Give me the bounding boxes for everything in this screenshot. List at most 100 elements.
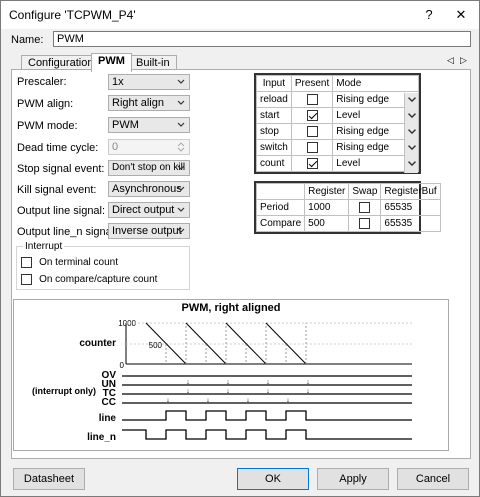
register-row-compare: Compare 500 65535 — [255, 215, 441, 232]
register-value-field[interactable]: 500 — [304, 215, 350, 232]
chevron-down-icon — [404, 157, 418, 173]
output-line-n-label: Output line_n signal: — [17, 226, 118, 238]
counter-label: counter — [79, 338, 116, 349]
register-buf-field[interactable]: 65535 — [380, 199, 441, 216]
window-title: Configure 'TCPWM_P4' — [9, 8, 136, 22]
input-row-switch: switch Rising edge — [256, 139, 419, 157]
pwm-align-label: PWM align: — [17, 98, 74, 110]
pwm-align-select[interactable]: Right align — [108, 95, 190, 111]
chevron-down-icon — [404, 109, 418, 125]
name-input[interactable]: PWM — [53, 31, 471, 47]
output-line-value: Direct output — [112, 204, 175, 216]
line-waveform — [122, 410, 412, 421]
line-n-waveform — [122, 429, 412, 440]
present-checkbox[interactable] — [306, 157, 318, 169]
y-tick-500: 500 — [149, 341, 163, 350]
input-name: switch — [256, 139, 292, 156]
chevron-down-icon — [177, 165, 185, 170]
line-signal-label: line — [99, 413, 117, 424]
present-checkbox[interactable] — [306, 109, 318, 121]
ok-button[interactable]: OK — [237, 468, 309, 490]
dead-time-spinner[interactable]: 0 — [108, 139, 190, 155]
pwm-mode-value: PWM — [112, 119, 139, 131]
title-bar: Configure 'TCPWM_P4' ? ✕ — [1, 1, 479, 29]
input-row-count: count Level — [256, 155, 419, 173]
tc-arrow-icon: ↓ — [306, 379, 310, 386]
column-header: Input — [256, 75, 292, 92]
stop-signal-select[interactable]: Don't stop on kill — [108, 160, 190, 176]
mode-value: Rising edge — [336, 126, 390, 137]
swap-checkbox[interactable] — [359, 217, 371, 229]
output-line-select[interactable]: Direct output — [108, 202, 190, 218]
tc-arrow-icon: ↓ — [306, 388, 310, 395]
chevron-down-icon — [177, 207, 185, 212]
cancel-button[interactable]: Cancel — [397, 468, 469, 490]
present-checkbox[interactable] — [306, 141, 318, 153]
tab-scroll-left-icon[interactable]: ◁ — [447, 55, 454, 66]
present-checkbox[interactable] — [306, 93, 318, 105]
tab-scroll-right-icon[interactable]: ▷ — [460, 55, 467, 66]
mode-select[interactable]: Rising edge — [336, 125, 418, 141]
spinner-icon — [177, 142, 185, 152]
dead-time-label: Dead time cycle: — [17, 142, 99, 154]
stop-signal-label: Stop signal event: — [17, 163, 105, 175]
tab-pwm[interactable]: PWM — [91, 53, 132, 72]
mode-value: Level — [336, 158, 361, 169]
tc-arrow-icon: ↓ — [266, 379, 270, 386]
chevron-down-icon — [177, 228, 185, 233]
mode-select[interactable]: Level — [336, 109, 418, 125]
terminal-count-checkbox[interactable]: On terminal count — [21, 256, 118, 268]
column-header: Swap — [348, 183, 382, 200]
pwm-mode-select[interactable]: PWM — [108, 117, 190, 133]
compare-count-label: On compare/capture count — [39, 274, 158, 285]
kill-signal-select[interactable]: Asynchronous — [108, 181, 190, 197]
terminal-count-label: On terminal count — [39, 257, 118, 268]
prescaler-label: Prescaler: — [17, 76, 67, 88]
register-value-field[interactable]: 1000 — [304, 199, 350, 216]
timing-diagram-svg: PWM, right aligned 1000 500 0 counter OV… — [32, 302, 412, 443]
line-n-signal-label: line_n — [87, 432, 116, 443]
event-label-cc: CC — [102, 397, 116, 408]
tc-arrow-icon: ↓ — [186, 388, 190, 395]
cc-arrow-icon: ↓ — [286, 397, 290, 404]
pwm-output-waveforms — [122, 410, 412, 440]
pwm-align-value: Right align — [112, 97, 164, 109]
cc-arrow-icon: ↓ — [206, 397, 210, 404]
apply-button[interactable]: Apply — [317, 468, 389, 490]
register-buf-field[interactable]: 65535 — [380, 215, 441, 232]
prescaler-select[interactable]: 1x — [108, 74, 190, 90]
swap-checkbox[interactable] — [359, 201, 371, 213]
input-name: reload — [256, 91, 292, 108]
mode-select[interactable]: Rising edge — [336, 141, 418, 157]
input-row-start: start Level — [256, 107, 419, 125]
column-header — [255, 183, 306, 200]
help-button[interactable]: ? — [419, 5, 439, 25]
prescaler-value: 1x — [112, 76, 124, 88]
tc-arrow-icon: ↓ — [186, 379, 190, 386]
compare-count-checkbox[interactable]: On compare/capture count — [21, 273, 157, 285]
register-table: Register Swap RegisterBuf Period 1000 6553… — [254, 181, 441, 234]
mode-value: Rising edge — [336, 94, 390, 105]
output-line-n-select[interactable]: Inverse output — [108, 223, 190, 239]
pwm-timing-diagram: PWM, right aligned 1000 500 0 counter OV… — [13, 299, 449, 451]
interrupt-only-note: (interrupt only) — [32, 386, 96, 396]
cc-arrow-icon: ↓ — [166, 397, 170, 404]
column-header: RegisterBuf — [380, 183, 441, 200]
chevron-down-icon — [404, 93, 418, 109]
input-name: count — [256, 155, 292, 172]
close-button[interactable]: ✕ — [451, 5, 471, 25]
tc-arrow-icon: ↓ — [226, 379, 230, 386]
name-label: Name: — [11, 34, 44, 46]
register-name: Period — [255, 199, 306, 216]
register-name: Compare — [255, 215, 306, 232]
pwm-mode-label: PWM mode: — [17, 120, 78, 132]
mode-select[interactable]: Level — [336, 157, 418, 173]
present-checkbox[interactable] — [306, 125, 318, 137]
mode-select[interactable]: Rising edge — [336, 93, 418, 109]
tc-arrow-icon: ↓ — [226, 388, 230, 395]
interrupt-group-title: Interrupt — [23, 241, 65, 252]
datasheet-button[interactable]: Datasheet — [13, 468, 85, 490]
tc-arrow-icon: ↓ — [266, 388, 270, 395]
input-row-reload: reload Rising edge — [256, 91, 419, 109]
column-header: Mode — [332, 75, 419, 92]
